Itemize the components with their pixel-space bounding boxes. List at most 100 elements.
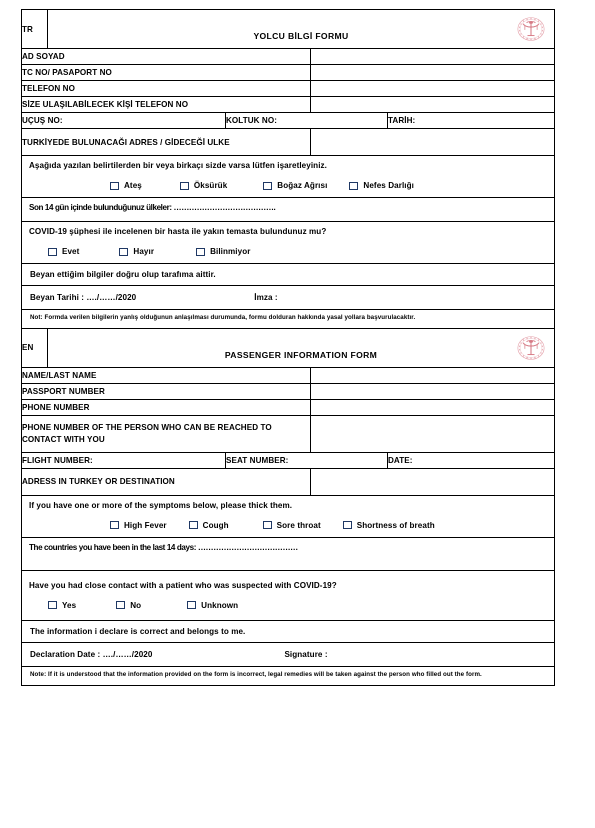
- tr-symptoms-cell: Aşağıda yazılan belirtilerden bir veya b…: [21, 155, 555, 198]
- en-checkbox-no[interactable]: No: [116, 601, 141, 610]
- tr-symptoms-checkbox-group: Ateş Öksürük Boğaz Ağrısı Nefes Darlığı: [22, 175, 554, 197]
- tr-countries-row: Son 14 gün içinde bulunduğunuz ülkeler: …: [21, 197, 555, 222]
- en-countries-cell[interactable]: The countries you have been in the last …: [21, 536, 555, 571]
- tr-note-row: Not: Formda verilen bilgilerin yanlış ol…: [21, 309, 555, 329]
- checkbox-icon[interactable]: [262, 521, 272, 530]
- tr-checkbox-fever[interactable]: Ateş: [110, 181, 142, 190]
- en-title-cell: PASSENGER INFORMATION FORM: [47, 327, 555, 368]
- en-input-name[interactable]: [310, 366, 555, 384]
- checkbox-icon[interactable]: [110, 181, 119, 190]
- en-field-row-contact-phone: PHONE NUMBER OF THE PERSON WHO CAN BE RE…: [21, 414, 555, 453]
- tr-checkbox-label-yes: Evet: [62, 247, 80, 256]
- tr-checkbox-label-unknown: Bilinmiyor: [210, 247, 251, 256]
- en-label-phone: PHONE NUMBER: [21, 398, 311, 416]
- checkbox-icon[interactable]: [119, 247, 129, 256]
- en-declaration-cell: The information i declare is correct and…: [21, 619, 555, 643]
- tr-label-name: AD SOYAD: [21, 48, 311, 65]
- en-label-name: NAME/LAST NAME: [21, 366, 311, 384]
- en-contact-question: Have you had close contact with a patien…: [29, 580, 337, 590]
- en-field-row-phone: PHONE NUMBER: [21, 398, 555, 416]
- en-checkbox-yes[interactable]: Yes: [48, 601, 76, 610]
- tr-contact-cell: COVID-19 şüphesi ile incelenen bir hasta…: [21, 221, 555, 264]
- tr-label-phone: TELEFON NO: [21, 80, 311, 97]
- en-checkbox-unknown[interactable]: Unknown: [187, 601, 238, 610]
- tr-checkbox-label-shortness-of-breath: Nefes Darlığı: [363, 181, 414, 190]
- tr-countries-question: Son 14 gün içinde bulunduğunuz ülkeler: …: [29, 203, 276, 212]
- tr-checkbox-yes[interactable]: Evet: [48, 247, 79, 256]
- en-language-tag: EN: [21, 327, 48, 368]
- tr-field-row-id: TC NO/ PASAPORT NO: [21, 64, 555, 81]
- en-checkbox-label-cough: Cough: [202, 520, 229, 530]
- en-input-contact-phone[interactable]: [310, 414, 555, 453]
- checkbox-icon[interactable]: [116, 601, 126, 610]
- en-input-passport[interactable]: [310, 382, 555, 400]
- en-input-phone[interactable]: [310, 398, 555, 416]
- tr-contact-row: COVID-19 şüphesi ile incelenen bir hasta…: [21, 221, 555, 264]
- tr-checkbox-cough[interactable]: Öksürük: [179, 181, 228, 190]
- tr-input-name[interactable]: [310, 48, 555, 65]
- en-symptoms-cell: If you have one or more of the symptoms …: [21, 494, 555, 538]
- tr-checkbox-label-no: Hayır: [133, 247, 155, 256]
- tr-checkbox-label-sore-throat: Boğaz Ağrısı: [277, 181, 328, 190]
- checkbox-icon[interactable]: [48, 601, 57, 610]
- tr-field-row-phone: TELEFON NO: [21, 80, 555, 97]
- en-signature-label[interactable]: Signature :: [284, 650, 327, 659]
- en-note-text: Note: If it is understood that the infor…: [30, 670, 482, 678]
- en-signature-cell: Declaration Date : …./……/2020 Signature …: [21, 641, 555, 667]
- turkish-ministry-of-health-emblem-icon: [517, 17, 545, 41]
- en-checkbox-cough[interactable]: Cough: [188, 520, 229, 530]
- en-contact-cell: Have you had close contact with a patien…: [21, 569, 555, 621]
- tr-countries-cell[interactable]: Son 14 gün içinde bulunduğunuz ülkeler: …: [21, 197, 555, 222]
- tr-contact-checkbox-group: Evet Hayır Bilinmiyor: [22, 241, 554, 263]
- tr-label-date: TARİH:: [387, 112, 555, 129]
- checkbox-icon[interactable]: [188, 521, 198, 530]
- checkbox-icon[interactable]: [263, 181, 273, 190]
- en-symptoms-instruction: If you have one or more of the symptoms …: [29, 500, 293, 510]
- tr-checkbox-no[interactable]: Hayır: [119, 247, 154, 256]
- tr-field-row-contact-phone: SİZE ULAŞILABİLECEK KİŞİ TELEFON NO: [21, 96, 555, 113]
- en-note-cell: Note: If it is understood that the infor…: [21, 665, 555, 686]
- checkbox-icon[interactable]: [196, 247, 206, 256]
- tr-checkbox-shortness-of-breath[interactable]: Nefes Darlığı: [349, 181, 414, 190]
- en-checkbox-high-fever[interactable]: High Fever: [110, 521, 167, 530]
- tr-checkbox-unknown[interactable]: Bilinmiyor: [196, 247, 250, 256]
- en-flight-row: FLIGHT NUMBER: SEAT NUMBER: DATE:: [21, 451, 555, 469]
- checkbox-icon[interactable]: [342, 521, 352, 530]
- tr-symptoms-instruction: Aşağıda yazılan belirtilerden bir veya b…: [29, 161, 327, 170]
- tr-declaration-text: Beyan ettiğim bilgiler doğru olup tarafı…: [30, 270, 216, 279]
- tr-flight-row: UÇUŞ NO: KOLTUK NO: TARİH:: [21, 112, 555, 129]
- checkbox-icon[interactable]: [48, 247, 57, 256]
- tr-label-flight-no: UÇUŞ NO:: [21, 112, 226, 129]
- checkbox-icon[interactable]: [349, 181, 359, 190]
- en-checkbox-label-shortness-of-breath: Shortness of breath: [356, 520, 435, 530]
- en-checkbox-label-sore-throat: Sore throat: [276, 520, 321, 530]
- tr-declaration-row: Beyan ettiğim bilgiler doğru olup tarafı…: [21, 263, 555, 286]
- checkbox-icon[interactable]: [187, 601, 197, 610]
- en-checkbox-shortness-of-breath[interactable]: Shortness of breath: [342, 520, 435, 530]
- en-checkbox-sore-throat[interactable]: Sore throat: [262, 520, 321, 530]
- tr-label-address: TURKİYEDE BULUNACAĞI ADRES / GİDECEĞİ UL…: [21, 128, 311, 156]
- en-symptoms-row: If you have one or more of the symptoms …: [21, 494, 555, 538]
- tr-input-contact-phone[interactable]: [310, 96, 555, 113]
- tr-checkbox-label-fever: Ateş: [124, 181, 142, 190]
- tr-signature-label[interactable]: İmza :: [254, 293, 277, 302]
- tr-input-phone[interactable]: [310, 80, 555, 97]
- en-note-row: Note: If it is understood that the infor…: [21, 665, 555, 686]
- tr-declaration-date-label[interactable]: Beyan Tarihi : …./……/2020: [30, 293, 136, 302]
- en-declaration-date-label[interactable]: Declaration Date : …./……/2020: [30, 650, 152, 659]
- checkbox-icon[interactable]: [179, 181, 189, 190]
- tr-language-tag: TR: [21, 9, 48, 49]
- en-label-seat-no: SEAT NUMBER:: [225, 451, 388, 469]
- tr-header-row: TR YOLCU BİLGİ FORMU: [21, 9, 555, 49]
- tr-symptoms-row: Aşağıda yazılan belirtilerden bir veya b…: [21, 155, 555, 198]
- tr-input-address[interactable]: [310, 128, 555, 156]
- tr-note-cell: Not: Formda verilen bilgilerin yanlış ol…: [21, 309, 555, 329]
- tr-checkbox-label-cough: Öksürük: [193, 181, 228, 190]
- tr-signature-line: Beyan Tarihi : …./……/2020 İmza :: [22, 286, 554, 309]
- en-input-address[interactable]: [310, 467, 555, 496]
- en-signature-line: Declaration Date : …./……/2020 Signature …: [22, 643, 554, 666]
- tr-checkbox-sore-throat[interactable]: Boğaz Ağrısı: [263, 181, 327, 190]
- tr-input-id-passport[interactable]: [310, 64, 555, 81]
- passenger-information-form-page: TR YOLCU BİLGİ FORMU AD SOYAD TC NO/ PAS…: [0, 0, 595, 828]
- checkbox-icon[interactable]: [110, 521, 119, 530]
